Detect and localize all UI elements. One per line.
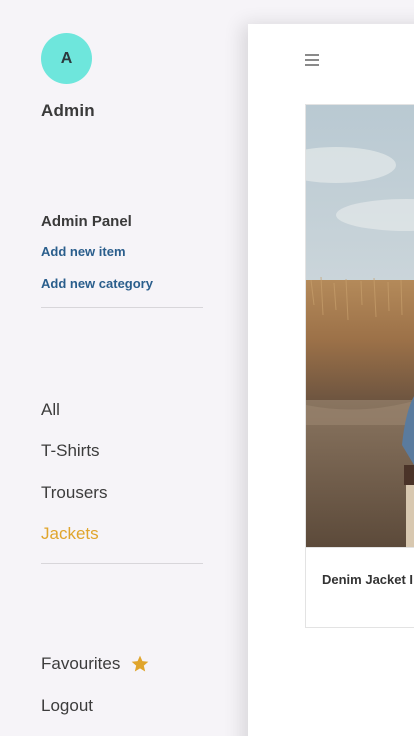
category-jackets[interactable]: Jackets <box>41 524 99 544</box>
product-image <box>306 105 414 548</box>
logout-link[interactable]: Logout <box>41 696 93 716</box>
category-t-shirts[interactable]: T-Shirts <box>41 441 100 461</box>
avatar-letter: A <box>60 49 73 67</box>
username: Admin <box>41 101 95 120</box>
favourites-link[interactable]: Favourites <box>41 654 150 674</box>
hamburger-menu-icon[interactable] <box>305 54 319 66</box>
product-title: Denim Jacket I <box>322 572 414 587</box>
favourites-label: Favourites <box>41 654 121 673</box>
add-new-item-link[interactable]: Add new item <box>41 244 126 259</box>
add-new-category-link[interactable]: Add new category <box>41 276 153 291</box>
main-panel: Denim Jacket I <box>248 24 414 736</box>
star-icon <box>132 655 149 672</box>
divider <box>41 307 203 308</box>
divider <box>41 563 203 564</box>
avatar[interactable]: A <box>41 33 92 84</box>
product-card[interactable]: Denim Jacket I <box>305 104 414 628</box>
category-all[interactable]: All <box>41 400 60 420</box>
app-root: A Admin Admin Panel Add new item Add new… <box>0 0 414 736</box>
admin-panel-title: Admin Panel <box>41 213 132 230</box>
category-trousers[interactable]: Trousers <box>41 483 107 503</box>
